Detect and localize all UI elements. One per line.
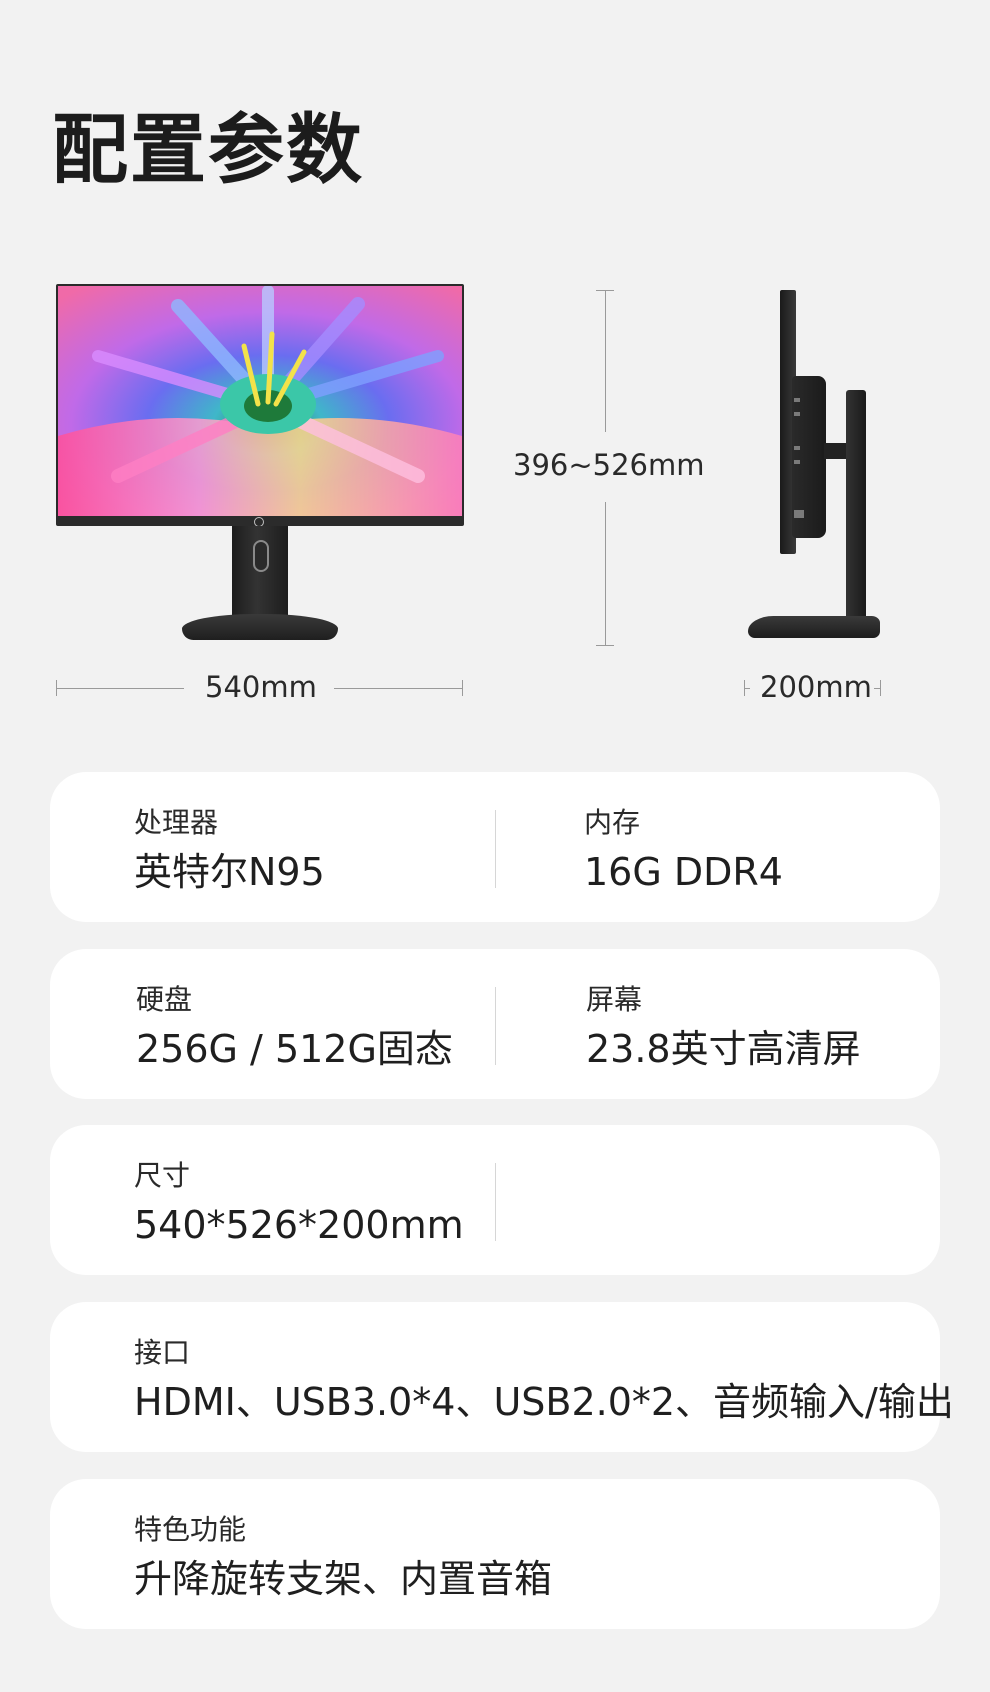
port-icon	[794, 510, 804, 518]
spec-value: 英特尔N95	[134, 849, 325, 894]
screen-bezel	[56, 284, 464, 527]
height-dimension-tick-bottom	[596, 645, 614, 646]
height-dimension-label: 396~526mm	[513, 448, 705, 482]
side-stand-base	[748, 616, 880, 638]
spec-card-storage-screen: 硬盘 256G / 512G固态 屏幕 23.8英寸高清屏	[50, 949, 940, 1099]
spec-label: 接口	[134, 1336, 191, 1369]
spec-value: 256G / 512G固态	[136, 1026, 453, 1071]
depth-dimension-tick-right	[880, 680, 881, 696]
spec-label: 屏幕	[586, 983, 643, 1016]
spec-value: 23.8英寸高清屏	[586, 1026, 861, 1071]
width-dimension-line-right	[334, 688, 462, 689]
spec-card-cpu-memory: 处理器 英特尔N95 内存 16G DDR4	[50, 772, 940, 922]
spec-cell-features: 特色功能 升降旋转支架、内置音箱	[134, 1513, 552, 1602]
monitor-front-image	[56, 284, 464, 640]
spec-value: HDMI、USB3.0*4、USB2.0*2、音频输入/输出	[134, 1379, 954, 1424]
monitor-stand-base	[182, 614, 338, 640]
spec-divider	[495, 810, 496, 888]
spec-label: 硬盘	[136, 983, 193, 1016]
spec-value: 540*526*200mm	[134, 1202, 464, 1247]
width-dimension-tick-right	[462, 680, 463, 696]
spec-cell-screen: 屏幕 23.8英寸高清屏	[586, 983, 861, 1072]
spec-label: 特色功能	[134, 1513, 247, 1546]
height-dimension-line-bottom	[605, 502, 606, 645]
width-dimension-label: 540mm	[205, 670, 317, 704]
spec-card-features: 特色功能 升降旋转支架、内置音箱	[50, 1479, 940, 1629]
depth-dimension-label: 200mm	[760, 670, 872, 704]
cable-hole	[253, 540, 269, 572]
monitor-side-image	[742, 288, 882, 642]
spec-card-size: 尺寸 540*526*200mm	[50, 1125, 940, 1275]
port-icon	[794, 446, 800, 450]
spec-cell-storage: 硬盘 256G / 512G固态	[136, 983, 453, 1072]
spec-cell-memory: 内存 16G DDR4	[584, 806, 783, 895]
spec-label: 内存	[584, 806, 641, 839]
spec-value: 16G DDR4	[584, 849, 783, 894]
side-hinge-arm	[824, 443, 848, 459]
width-dimension-line-left	[56, 688, 184, 689]
spec-cell-size: 尺寸 540*526*200mm	[134, 1159, 464, 1248]
spec-card-ports: 接口 HDMI、USB3.0*4、USB2.0*2、音频输入/输出	[50, 1302, 954, 1452]
page-title: 配置参数	[52, 105, 364, 194]
spec-label: 尺寸	[134, 1159, 191, 1192]
height-dimension-line-top	[605, 290, 606, 432]
spec-divider	[495, 987, 496, 1065]
spec-cell-ports: 接口 HDMI、USB3.0*4、USB2.0*2、音频输入/输出	[134, 1336, 954, 1425]
flower-wallpaper-image	[58, 286, 462, 516]
depth-dimension-line-left	[744, 688, 750, 689]
side-stand-pole	[846, 390, 866, 632]
port-icon	[794, 412, 800, 416]
spec-divider	[495, 1163, 496, 1241]
port-icon	[794, 460, 800, 464]
port-icon	[794, 398, 800, 402]
spec-label: 处理器	[134, 806, 219, 839]
spec-cell-cpu: 处理器 英特尔N95	[134, 806, 325, 895]
spec-value: 升降旋转支架、内置音箱	[134, 1556, 553, 1601]
